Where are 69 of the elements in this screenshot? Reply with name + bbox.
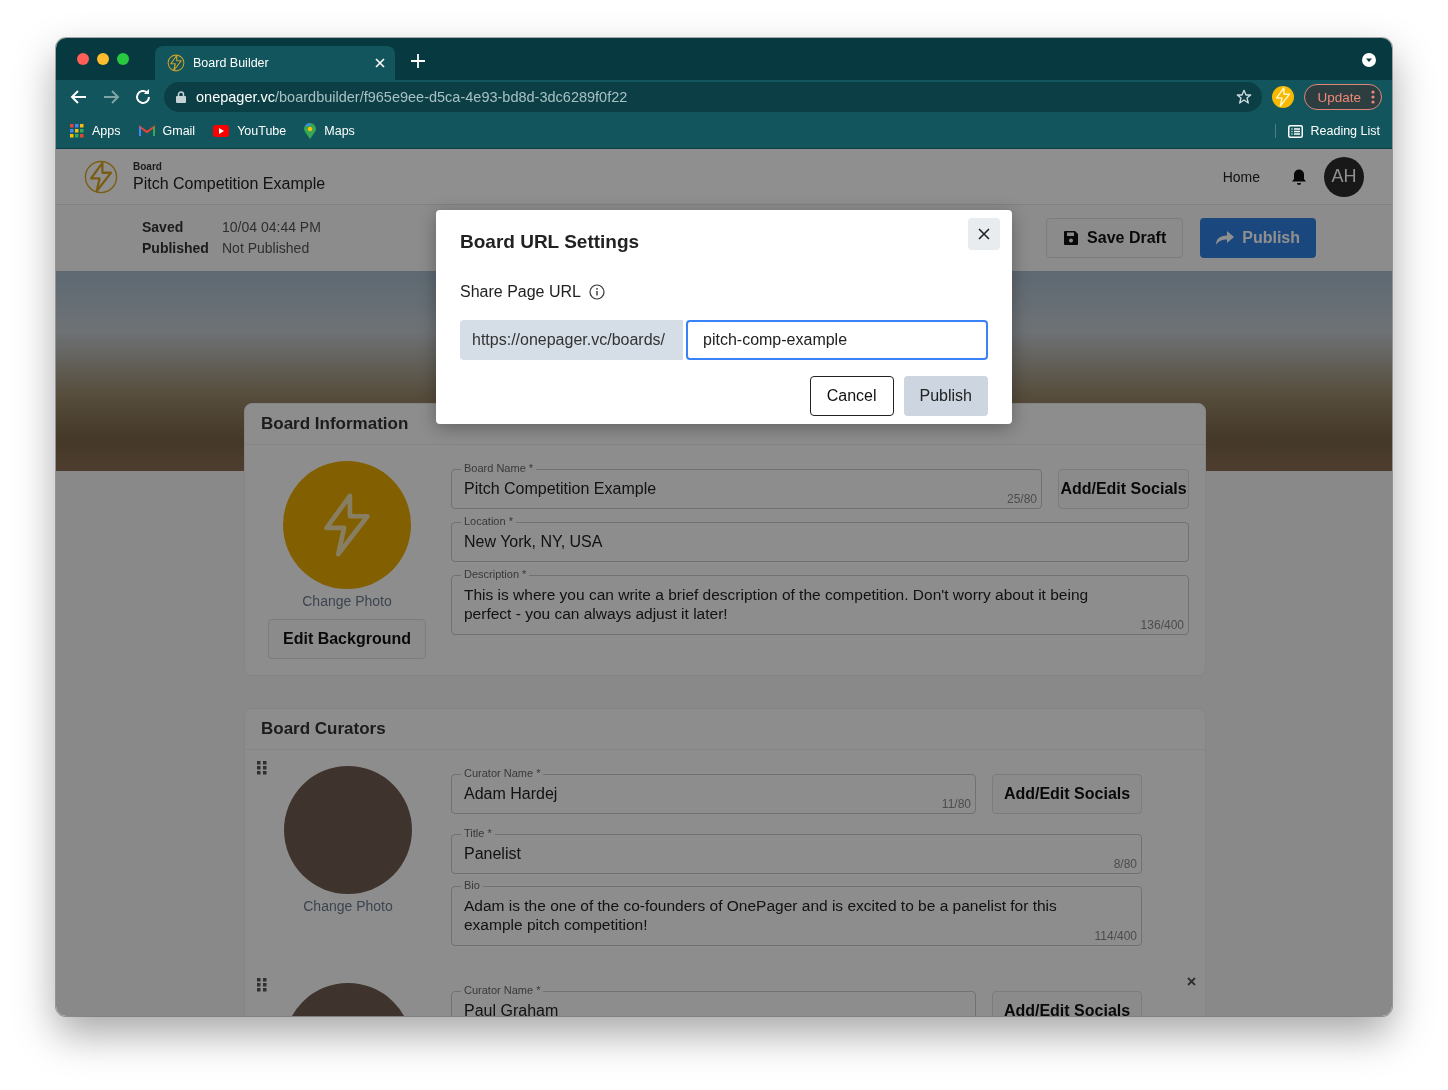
field-label: Bio: [461, 879, 483, 892]
cancel-button[interactable]: Cancel: [809, 376, 894, 416]
list-icon: [1287, 124, 1303, 138]
remove-icon[interactable]: [1187, 977, 1196, 986]
character-counter: 8/80: [1113, 857, 1137, 871]
bookmark-link[interactable]: Apps: [92, 124, 121, 138]
address-bar[interactable]: onepager.vc/boardbuilder/f965e9ee-d5ca-4e93-bd8d-3dc6289f0f22: [164, 82, 1263, 112]
field-label: Share Page URL: [460, 282, 581, 302]
save-icon: [1063, 230, 1080, 246]
lock-icon: [176, 91, 186, 103]
share-icon: [1216, 231, 1235, 245]
lightning-logo-icon: [84, 159, 118, 194]
new-tab-icon[interactable]: [411, 54, 425, 68]
close-icon[interactable]: [375, 58, 385, 68]
status-label: Saved: [142, 218, 185, 237]
character-counter: 114/400: [1094, 929, 1137, 943]
field-label: Curator Name *: [461, 767, 544, 780]
apps-grid-icon: [70, 124, 84, 138]
page-title: Pitch Competition Example: [133, 174, 326, 193]
status-label: Published: [142, 239, 210, 258]
drag-handle-icon[interactable]: [257, 978, 267, 992]
section-title: Board Curators: [261, 719, 386, 739]
bookmark-link[interactable]: Maps: [324, 124, 355, 138]
home-link[interactable]: Home: [1222, 168, 1260, 185]
character-counter: 136/400: [1140, 618, 1184, 632]
add-edit-socials-button[interactable]: Add/Edit Socials: [1058, 469, 1189, 509]
field-label: Curator Name *: [461, 984, 544, 997]
change-photo-link[interactable]: Change Photo: [303, 898, 393, 914]
minimize-window-button[interactable]: [97, 53, 109, 65]
star-icon[interactable]: [1236, 89, 1253, 105]
map-pin-icon: [304, 123, 317, 139]
update-button[interactable]: Update: [1304, 84, 1382, 110]
play-icon: [213, 125, 230, 137]
field-label: Title *: [461, 827, 495, 840]
page-overline: Board: [133, 160, 163, 172]
dropdown-icon[interactable]: [1362, 53, 1376, 67]
field-label: Board Name *: [461, 462, 537, 475]
status-value: 10/04 04:44 PM: [222, 218, 321, 237]
bell-icon[interactable]: [1290, 167, 1308, 186]
more-icon: [1371, 90, 1375, 104]
close-icon: [978, 228, 990, 240]
field-label: Location *: [461, 515, 516, 528]
reading-list-button[interactable]: Reading List: [1310, 124, 1380, 138]
close-button[interactable]: [968, 218, 1000, 250]
bookmark-link[interactable]: Gmail: [162, 124, 196, 138]
add-edit-socials-button[interactable]: Add/Edit Socials: [992, 991, 1142, 1016]
publish-button[interactable]: Publish: [903, 376, 988, 416]
lightning-icon: [167, 54, 185, 72]
character-counter: 11/80: [941, 797, 971, 811]
mail-icon: [138, 125, 155, 137]
section-title: Board Information: [261, 414, 409, 434]
url-prefix: https://onepager.vc/boards/: [460, 320, 683, 360]
save-draft-button[interactable]: Save Draft: [1046, 218, 1184, 258]
lightning-icon[interactable]: [1272, 86, 1295, 108]
url-slug-input[interactable]: pitch-comp-example: [686, 320, 988, 360]
browser-tab[interactable]: Board Builder: [155, 46, 395, 80]
dialog-title: Board URL Settings: [460, 230, 640, 254]
character-counter: 25/80: [1006, 492, 1037, 506]
drag-handle-icon[interactable]: [257, 761, 267, 775]
add-edit-socials-button[interactable]: Add/Edit Socials: [992, 774, 1142, 814]
user-avatar[interactable]: AH: [1324, 156, 1364, 197]
zoom-window-button[interactable]: [117, 53, 129, 65]
bookmark-link[interactable]: YouTube: [237, 124, 287, 138]
field-label: Description *: [461, 568, 530, 581]
status-value: Not Published: [222, 239, 311, 258]
close-window-button[interactable]: [77, 53, 89, 65]
info-icon[interactable]: [588, 284, 605, 300]
change-photo-link[interactable]: Change Photo: [302, 593, 392, 609]
edit-background-button[interactable]: Edit Background: [268, 619, 426, 659]
